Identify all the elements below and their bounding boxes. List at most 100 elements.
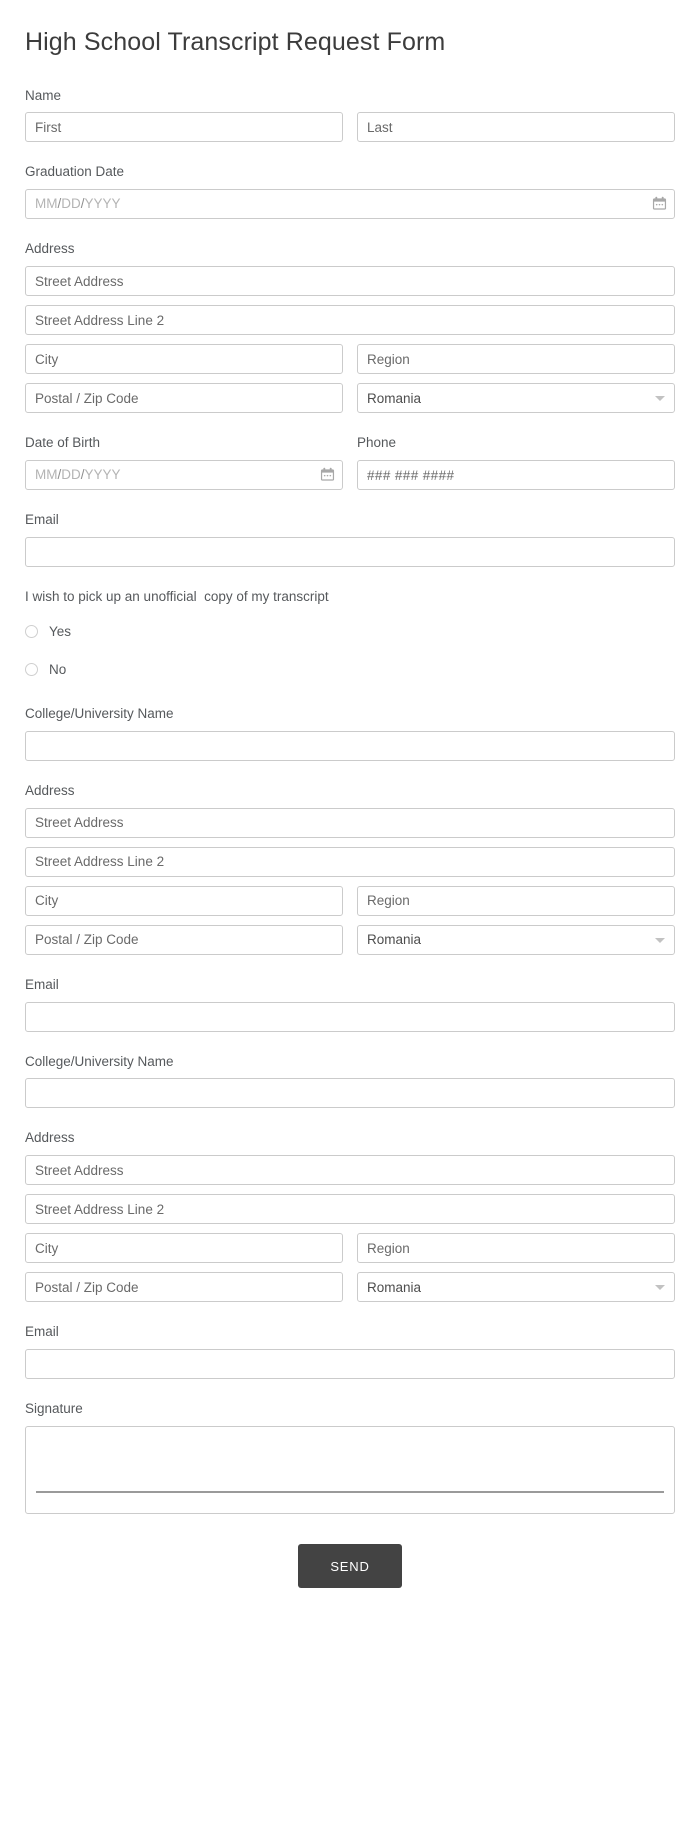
college-1-name-input[interactable] bbox=[25, 731, 675, 761]
college-1-country-col bbox=[357, 925, 675, 955]
college-2-country-select[interactable] bbox=[357, 1272, 675, 1302]
city-region-row bbox=[25, 344, 675, 374]
college-1-email-input[interactable] bbox=[25, 1002, 675, 1032]
email-label: Email bbox=[25, 511, 675, 530]
college-2-address-label: Address bbox=[25, 1129, 675, 1148]
signature-pad[interactable] bbox=[25, 1426, 675, 1514]
radio-label-yes: Yes bbox=[49, 624, 71, 639]
address-label: Address bbox=[25, 240, 675, 259]
college-2-email-group: Email bbox=[25, 1323, 675, 1379]
college-1-region-col bbox=[357, 886, 675, 916]
signature-group: Signature bbox=[25, 1400, 675, 1514]
radio-circle-icon[interactable] bbox=[25, 663, 38, 676]
date-of-birth-label: Date of Birth bbox=[25, 434, 343, 453]
postal-code-input[interactable] bbox=[25, 383, 343, 413]
name-label: Name bbox=[25, 87, 675, 106]
college-2-street-line2-input[interactable] bbox=[25, 1194, 675, 1224]
college-2-postal-col bbox=[25, 1272, 343, 1302]
college-1-address-label: Address bbox=[25, 782, 675, 801]
street-address-line2-input[interactable] bbox=[25, 305, 675, 335]
college-2-country-col bbox=[357, 1272, 675, 1302]
country-select[interactable] bbox=[357, 383, 675, 413]
page-title: High School Transcript Request Form bbox=[25, 22, 675, 59]
personal-email-group: Email bbox=[25, 511, 675, 567]
phone-input[interactable] bbox=[357, 460, 675, 490]
street-address-input[interactable] bbox=[25, 266, 675, 296]
radio-option-yes[interactable]: Yes bbox=[25, 618, 675, 646]
college-2-postal-input[interactable] bbox=[25, 1272, 343, 1302]
college-2-postal-country-row bbox=[25, 1272, 675, 1302]
college-2-city-input[interactable] bbox=[25, 1233, 343, 1263]
college-2-street-row bbox=[25, 1155, 675, 1185]
college-1-city-input[interactable] bbox=[25, 886, 343, 916]
radio-label-no: No bbox=[49, 662, 66, 677]
city-input[interactable] bbox=[25, 344, 343, 374]
country-select-wrap bbox=[357, 383, 675, 413]
region-input[interactable] bbox=[357, 344, 675, 374]
college-2-name-input[interactable] bbox=[25, 1078, 675, 1108]
college-2-address-group: Address bbox=[25, 1129, 675, 1302]
college-2-region-col bbox=[357, 1233, 675, 1263]
pickup-radio-list: Yes No bbox=[25, 618, 675, 684]
region-col bbox=[357, 344, 675, 374]
submit-row: SEND bbox=[25, 1544, 675, 1588]
college-2-city-col bbox=[25, 1233, 343, 1263]
email-input[interactable] bbox=[25, 537, 675, 567]
city-col bbox=[25, 344, 343, 374]
college-1-name-label: College/University Name bbox=[25, 705, 675, 724]
first-name-input[interactable] bbox=[25, 112, 343, 142]
college-1-email-group: Email bbox=[25, 976, 675, 1032]
college-1-address-group: Address bbox=[25, 782, 675, 955]
dob-phone-group: Date of Birth MM/DD/YYYY P bbox=[25, 434, 675, 490]
graduation-date-input[interactable] bbox=[25, 189, 675, 219]
name-field-group: Name bbox=[25, 87, 675, 143]
dob-col: Date of Birth MM/DD/YYYY bbox=[25, 434, 343, 490]
street2-row bbox=[25, 305, 675, 335]
radio-circle-icon[interactable] bbox=[25, 625, 38, 638]
college-2-country-wrap bbox=[357, 1272, 675, 1302]
first-name-col bbox=[25, 112, 343, 142]
last-name-col bbox=[357, 112, 675, 142]
graduation-date-label: Graduation Date bbox=[25, 163, 675, 182]
college-1-name-group: College/University Name bbox=[25, 705, 675, 761]
college-2-name-label: College/University Name bbox=[25, 1053, 675, 1072]
college-1-city-col bbox=[25, 886, 343, 916]
name-row bbox=[25, 112, 675, 142]
college-2-region-input[interactable] bbox=[357, 1233, 675, 1263]
college-1-city-region-row bbox=[25, 886, 675, 916]
college-1-street-line2-input[interactable] bbox=[25, 847, 675, 877]
college-1-postal-input[interactable] bbox=[25, 925, 343, 955]
pickup-question-label: I wish to pick up an unofficial copy of … bbox=[25, 588, 675, 607]
signature-line bbox=[36, 1491, 664, 1493]
college-1-postal-country-row bbox=[25, 925, 675, 955]
college-2-street2-row bbox=[25, 1194, 675, 1224]
college-1-region-input[interactable] bbox=[357, 886, 675, 916]
country-col bbox=[357, 383, 675, 413]
transcript-request-form: High School Transcript Request Form Name… bbox=[0, 0, 700, 1628]
graduation-date-wrap: MM/DD/YYYY bbox=[25, 189, 675, 219]
college-1-street-row bbox=[25, 808, 675, 838]
pickup-question-group: I wish to pick up an unofficial copy of … bbox=[25, 588, 675, 684]
dob-wrap: MM/DD/YYYY bbox=[25, 460, 343, 490]
college-2-city-region-row bbox=[25, 1233, 675, 1263]
postal-country-row bbox=[25, 383, 675, 413]
phone-label: Phone bbox=[357, 434, 675, 453]
dob-phone-row: Date of Birth MM/DD/YYYY P bbox=[25, 434, 675, 490]
postal-col bbox=[25, 383, 343, 413]
college-2-email-label: Email bbox=[25, 1323, 675, 1342]
college-2-email-input[interactable] bbox=[25, 1349, 675, 1379]
college-1-street-input[interactable] bbox=[25, 808, 675, 838]
college-2-street-input[interactable] bbox=[25, 1155, 675, 1185]
college-1-street2-row bbox=[25, 847, 675, 877]
personal-address-group: Address bbox=[25, 240, 675, 413]
college-2-name-group: College/University Name bbox=[25, 1053, 675, 1109]
signature-label: Signature bbox=[25, 1400, 675, 1419]
street-row bbox=[25, 266, 675, 296]
college-1-country-select[interactable] bbox=[357, 925, 675, 955]
college-1-country-wrap bbox=[357, 925, 675, 955]
send-button[interactable]: SEND bbox=[298, 1544, 402, 1588]
radio-option-no[interactable]: No bbox=[25, 656, 675, 684]
college-1-postal-col bbox=[25, 925, 343, 955]
date-of-birth-input[interactable] bbox=[25, 460, 343, 490]
last-name-input[interactable] bbox=[357, 112, 675, 142]
